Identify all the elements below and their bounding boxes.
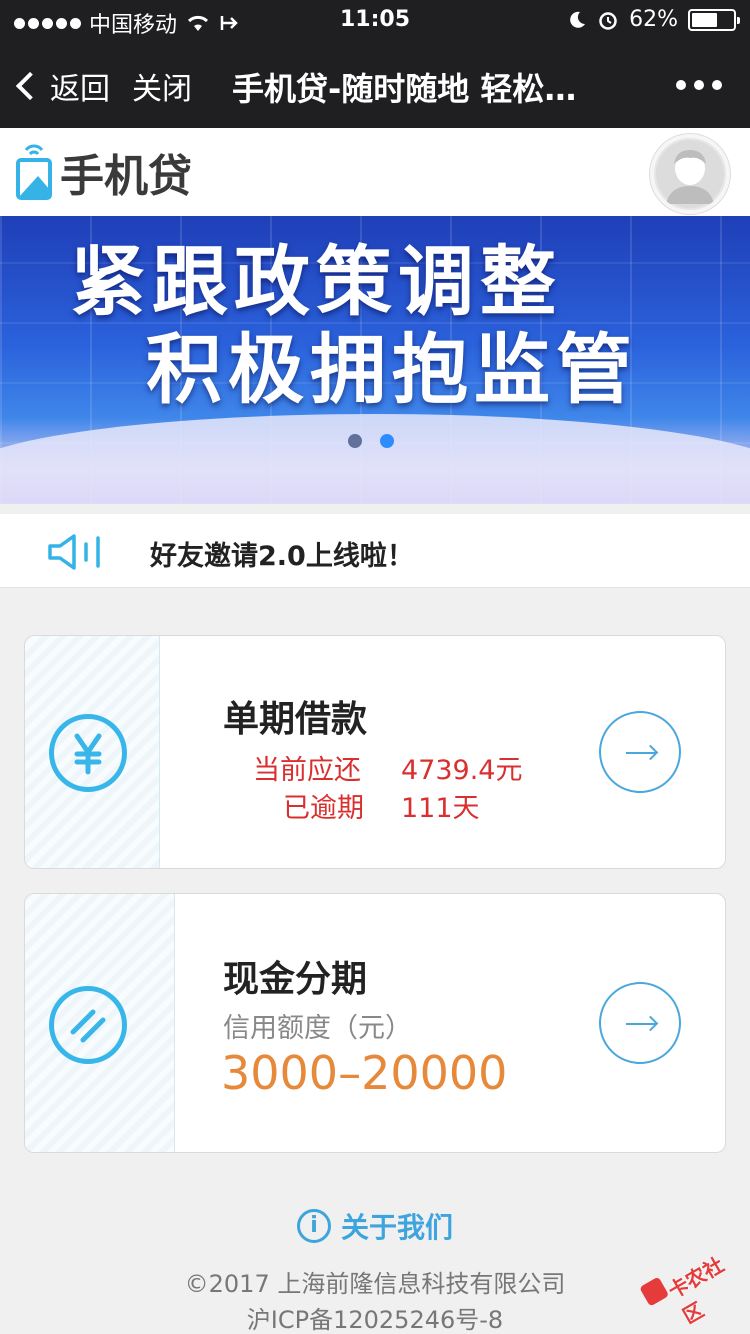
amount-due-label: 当前应还 [253,755,361,786]
top-bar: 中国移动 11:05 62% 返回 关闭 手机贷-随时随地 轻松… [0,0,750,128]
close-button[interactable]: 关闭 [132,64,192,108]
speaker-icon [48,534,100,570]
single-loan-title: 单期借款 [223,699,368,740]
arrow-head [642,744,659,761]
about-us-link[interactable]: i 关于我们 [0,1206,750,1246]
more-options-button[interactable] [676,80,722,90]
info-icon: i [296,1209,331,1243]
arrow-right-button[interactable] [599,982,681,1064]
alarm-icon [599,11,617,30]
logo-text: 手机贷 [60,151,192,202]
single-loan-card[interactable]: 单期借款 当前应还 4739.4元 已逾期 111天 [24,635,726,869]
phone-logo-icon [16,144,52,200]
user-avatar[interactable] [650,134,730,214]
battery-percent: 62% [629,7,678,32]
banner-headline-2: 积极拥抱监管 [146,325,638,414]
app-header: 手机贷 [0,128,750,216]
installment-title: 现金分期 [223,959,368,1000]
credit-limit-label: 信用额度（元） [223,1013,412,1044]
carousel-dot[interactable] [348,434,362,448]
user-avatar-icon [656,140,724,208]
app-logo[interactable]: 手机贷 [14,140,192,204]
arrow-head [642,1015,659,1032]
amount-due-value: 4739.4元 [401,755,523,786]
overdue-value: 111天 [401,793,480,824]
installment-card[interactable]: 现金分期 信用额度（元） 3000–20000 [24,893,726,1153]
promo-banner[interactable]: 紧跟政策调整 积极拥抱监管 [0,216,750,504]
credit-limit-range: 3000–20000 [221,1046,508,1100]
carousel-indicator [348,434,394,448]
moon-icon [570,11,586,28]
page-title: 手机贷-随时随地 轻松… [232,70,577,108]
carousel-dot-active[interactable] [380,434,394,448]
browser-nav-bar: 返回 关闭 手机贷-随时随地 轻松… [0,40,750,128]
announcement-text: 好友邀请2.0上线啦！ [150,541,414,572]
back-label: 返回 [50,72,110,107]
yuan-icon [49,714,127,792]
battery-icon [688,8,740,31]
banner-wave [0,414,750,504]
chevron-left-icon [15,71,45,101]
installment-icon [49,986,127,1064]
status-bar: 中国移动 11:05 62% [0,0,750,40]
overdue-label: 已逾期 [283,793,364,824]
back-button[interactable]: 返回 [15,64,110,108]
icp-license: 沪ICP备12025246号-8 [246,1306,504,1334]
status-right: 62% [567,7,740,32]
announcement-bar[interactable]: 好友邀请2.0上线啦！ [0,514,750,588]
arrow-right-button[interactable] [599,711,681,793]
about-us-label: 关于我们 [340,1211,453,1244]
